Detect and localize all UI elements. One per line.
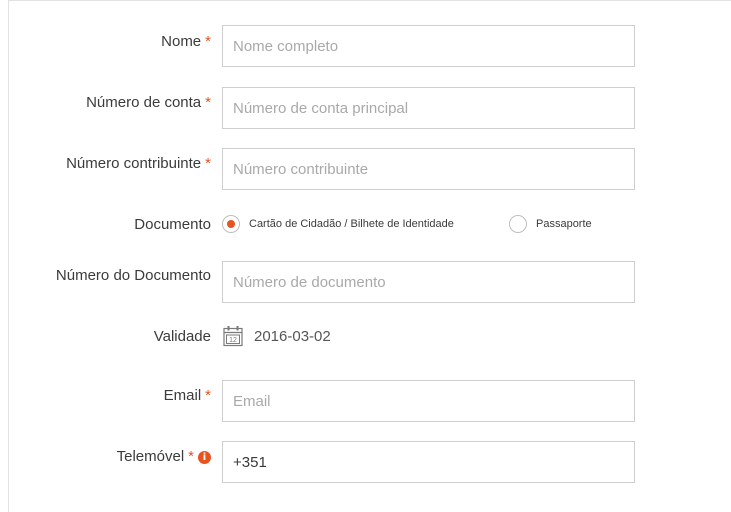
phone-input[interactable] [222, 441, 635, 483]
form-panel [8, 0, 731, 512]
required-asterisk: * [205, 94, 211, 111]
email-input[interactable] [222, 380, 635, 422]
taxpayer-number-input[interactable] [222, 148, 635, 190]
taxpayer-label: Número contribuinte * [66, 155, 211, 172]
radio-citizen-card-label: Cartão de Cidadão / Bilhete de Identidad… [249, 218, 454, 230]
radio-citizen-card[interactable]: Cartão de Cidadão / Bilhete de Identidad… [222, 215, 454, 233]
validity-date-picker[interactable]: 12 2016-03-02 [222, 324, 331, 348]
validity-label: Validade [153, 328, 211, 345]
account-label: Número de conta * [86, 94, 211, 111]
calendar-icon[interactable]: 12 [222, 325, 244, 347]
radio-passport-label: Passaporte [536, 218, 592, 230]
document-number-label: Número do Documento [55, 267, 211, 284]
name-label: Nome * [161, 33, 211, 50]
radio-unchecked-icon[interactable] [509, 215, 527, 233]
required-asterisk: * [205, 33, 211, 50]
validity-date-value[interactable]: 2016-03-02 [254, 328, 331, 345]
phone-label: Telemóvel * i [117, 448, 211, 465]
account-number-input[interactable] [222, 87, 635, 129]
document-number-input[interactable] [222, 261, 635, 303]
required-asterisk: * [188, 448, 194, 465]
email-label: Email * [163, 387, 211, 404]
info-icon[interactable]: i [198, 451, 211, 464]
calendar-icon-day: 12 [229, 337, 237, 344]
document-label: Documento [134, 216, 211, 233]
name-input[interactable] [222, 25, 635, 67]
required-asterisk: * [205, 387, 211, 404]
radio-checked-icon[interactable] [222, 215, 240, 233]
radio-passport[interactable]: Passaporte [509, 215, 592, 233]
required-asterisk: * [205, 155, 211, 172]
